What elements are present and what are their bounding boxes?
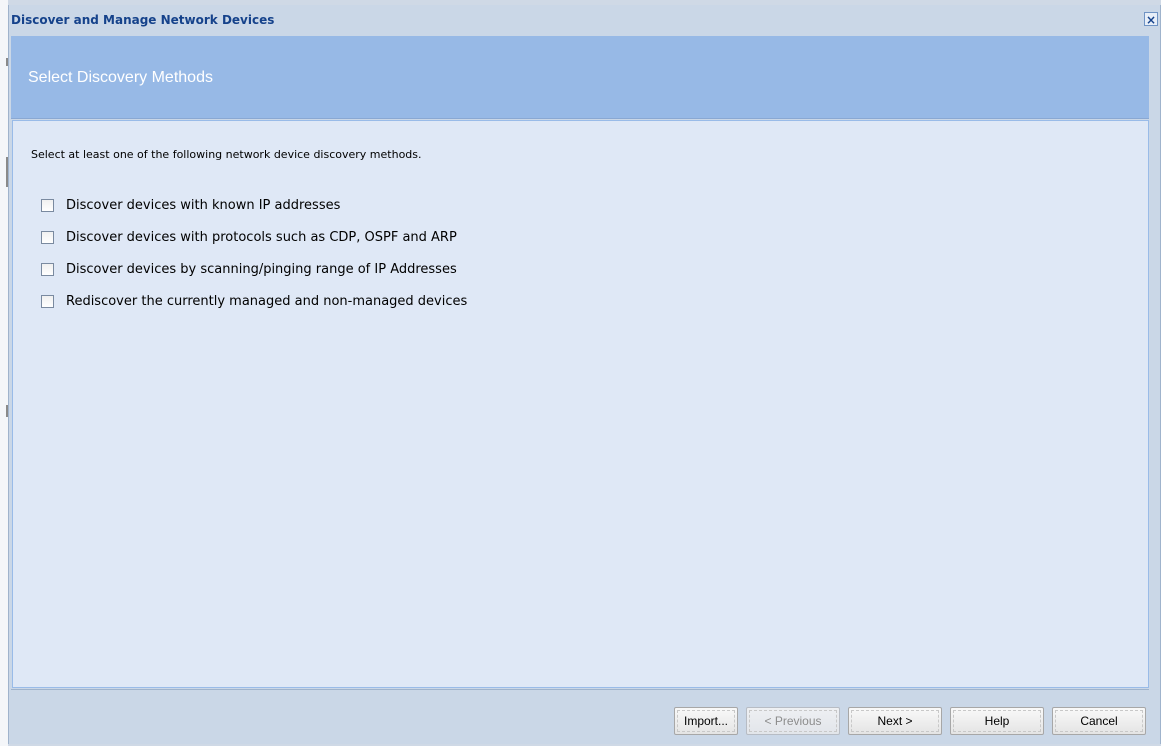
dialog-title: Discover and Manage Network Devices (11, 13, 275, 27)
option-rediscover[interactable]: Rediscover the currently managed and non… (41, 291, 467, 311)
next-button[interactable]: Next > (848, 707, 942, 735)
option-label: Rediscover the currently managed and non… (66, 293, 468, 309)
close-button[interactable]: × (1144, 12, 1158, 27)
known-ip-checkbox[interactable] (41, 198, 54, 212)
option-label: Discover devices with protocols such as … (66, 229, 457, 245)
close-icon: × (1145, 13, 1157, 27)
scan-range-checkbox[interactable] (41, 262, 54, 276)
option-scan-range[interactable]: Discover devices by scanning/pinging ran… (41, 259, 457, 279)
previous-button[interactable]: < Previous (746, 707, 840, 735)
option-label: Discover devices with known IP addresses (66, 197, 341, 213)
rediscover-checkbox[interactable] (41, 294, 54, 308)
option-label: Discover devices by scanning/pinging ran… (66, 261, 457, 277)
option-known-ip[interactable]: Discover devices with known IP addresses (41, 195, 340, 215)
wizard-step-title: Select Discovery Methods (28, 69, 213, 86)
background-window-edge (0, 0, 8, 746)
import-button[interactable]: Import... (674, 707, 738, 735)
option-protocols[interactable]: Discover devices with protocols such as … (41, 227, 457, 247)
instruction-text: Select at least one of the following net… (31, 148, 422, 161)
dialog-titlebar[interactable]: Discover and Manage Network Devices × (9, 5, 1160, 36)
footer-divider (11, 689, 1149, 690)
help-button[interactable]: Help (950, 707, 1044, 735)
wizard-content-panel: Select at least one of the following net… (12, 120, 1149, 688)
cancel-button[interactable]: Cancel (1052, 707, 1146, 735)
protocols-checkbox[interactable] (41, 230, 54, 244)
wizard-header: Select Discovery Methods (11, 36, 1149, 119)
